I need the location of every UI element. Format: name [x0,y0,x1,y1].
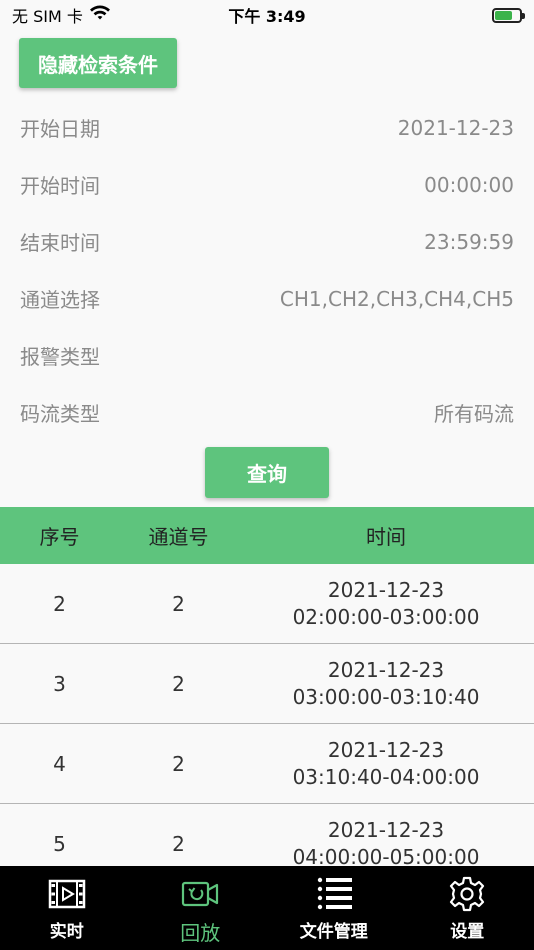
start-date-value[interactable]: 2021-12-23 [398,116,514,140]
battery-fill [495,10,512,20]
row-range: 04:00:00-05:00:00 [292,844,480,867]
hide-filter-button[interactable]: 隐藏检索条件 [19,38,177,88]
search-form: 开始日期 2021-12-23 开始时间 00:00:00 结束时间 23:59… [0,99,534,441]
form-row-start-date[interactable]: 开始日期 2021-12-23 [0,99,534,156]
start-time-label: 开始时间 [20,174,100,198]
row-date: 2021-12-23 [327,657,445,682]
table-row[interactable]: 3 2 2021-12-23 03:00:00-03:10:40 [0,644,534,724]
row-date: 2021-12-23 [327,817,445,842]
gear-icon [450,876,485,912]
header-channel: 通道号 [148,525,209,549]
row-range: 02:00:00-03:00:00 [292,604,480,629]
table-header: 序号 通道号 时间 [0,507,534,564]
list-icon [317,877,352,910]
status-left: 无 SIM 卡 [12,3,111,27]
row-range: 03:10:40-04:00:00 [292,764,480,789]
channel-value[interactable]: CH1,CH2,CH3,CH4,CH5 [280,287,514,311]
tab-file-manager[interactable]: 文件管理 [267,866,401,950]
channel-label: 通道选择 [20,288,100,312]
row-time: 2021-12-23 04:00:00-05:00:00 [238,817,534,867]
row-range: 03:00:00-03:10:40 [292,684,480,709]
film-icon [48,879,85,909]
tab-live-label: 实时 [49,922,84,942]
playback-camera-icon [182,881,219,907]
tab-playback[interactable]: 回放 [134,866,268,950]
row-channel: 2 [172,591,185,616]
tab-settings-label: 设置 [450,922,485,942]
stream-type-label: 码流类型 [20,402,100,426]
alarm-type-label: 报警类型 [20,345,100,369]
table-row[interactable]: 4 2 2021-12-23 03:10:40-04:00:00 [0,724,534,804]
row-channel: 2 [172,831,185,856]
table-row[interactable]: 2 2 2021-12-23 02:00:00-03:00:00 [0,564,534,644]
form-row-stream-type[interactable]: 码流类型 所有码流 [0,384,534,441]
row-date: 2021-12-23 [327,577,445,602]
form-row-end-time[interactable]: 结束时间 23:59:59 [0,213,534,270]
form-row-start-time[interactable]: 开始时间 00:00:00 [0,156,534,213]
query-button[interactable]: 查询 [205,447,329,498]
battery-icon [492,7,525,23]
table-row[interactable]: 5 2 2021-12-23 04:00:00-05:00:00 [0,804,534,866]
carrier-label: 无 SIM 卡 [12,7,83,26]
row-index: 3 [53,671,66,696]
tab-playback-label: 回放 [180,921,221,945]
tab-settings[interactable]: 设置 [401,866,534,950]
start-time-value[interactable]: 00:00:00 [424,173,514,197]
header-index: 序号 [39,525,80,549]
status-bar: 无 SIM 卡 下午 3:49 [0,0,534,30]
tab-live[interactable]: 实时 [0,866,134,950]
form-row-alarm-type[interactable]: 报警类型 [0,327,534,384]
row-date: 2021-12-23 [327,737,445,762]
form-row-channel[interactable]: 通道选择 CH1,CH2,CH3,CH4,CH5 [0,270,534,327]
row-time: 2021-12-23 03:10:40-04:00:00 [238,737,534,791]
row-time: 2021-12-23 02:00:00-03:00:00 [238,577,534,631]
tab-file-manager-label: 文件管理 [299,922,368,942]
row-time: 2021-12-23 03:00:00-03:10:40 [238,657,534,711]
start-date-label: 开始日期 [20,117,100,141]
stream-type-value[interactable]: 所有码流 [434,398,514,427]
row-index: 5 [53,831,66,856]
row-index: 4 [53,751,66,776]
end-time-value[interactable]: 23:59:59 [424,230,514,254]
row-channel: 2 [172,671,185,696]
results-table: 序号 通道号 时间 2 2 2021-12-23 02:00:00-03:00:… [0,507,534,866]
tab-bar: 实时 回放 文件管理 设置 [0,866,534,950]
end-time-label: 结束时间 [20,231,100,255]
header-time: 时间 [366,525,406,549]
row-channel: 2 [172,751,185,776]
wifi-icon [89,5,111,25]
row-index: 2 [53,591,66,616]
